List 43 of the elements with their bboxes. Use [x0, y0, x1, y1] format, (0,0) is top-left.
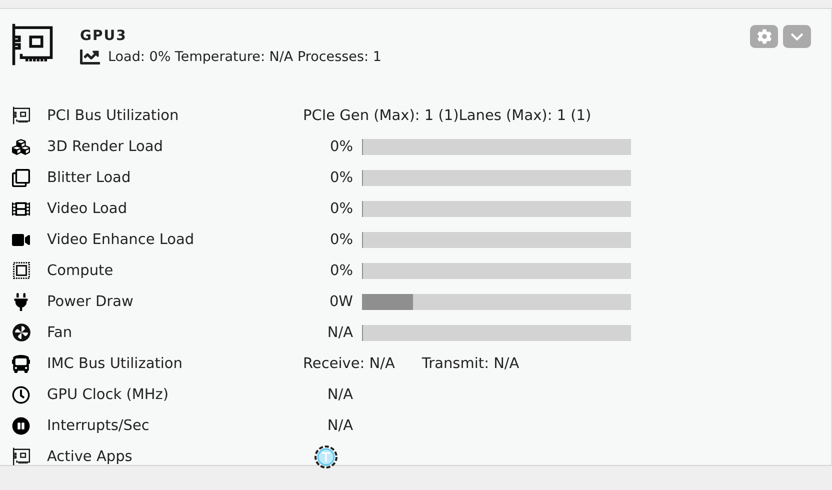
metric-value: PCIe Gen (Max): 1 (1)Lanes (Max): 1 (1) [303, 108, 592, 124]
metric-value: N/A [326, 324, 353, 340]
settings-button[interactable] [750, 25, 778, 48]
metric-label: Video Enhance Load [47, 232, 196, 248]
metric-value: 0% [328, 262, 353, 278]
metric-label: Blitter Load [47, 170, 132, 186]
plug-icon [12, 292, 30, 310]
metric-value: 0% [328, 200, 353, 216]
metric-label: 3D Render Load [47, 138, 164, 154]
metric-value: Transmit: N/A [422, 356, 520, 372]
fan-icon [12, 323, 31, 342]
cubes-icon [12, 138, 30, 156]
copy-icon [12, 168, 30, 186]
metric-value: N/A [326, 386, 353, 402]
metric-label: GPU Clock (MHz) [47, 386, 170, 402]
gpu-title: GPU3 [80, 28, 128, 44]
metric-label: Power Draw [47, 294, 134, 310]
metric-value: 0% [328, 138, 353, 154]
bus-icon [12, 354, 30, 372]
metric-label: Compute [47, 262, 114, 278]
metric-label: IMC Bus Utilization [47, 356, 184, 372]
chart-icon [80, 47, 100, 67]
expand-button[interactable] [783, 25, 811, 48]
metric-value: 0W [328, 294, 353, 310]
chip-icon [12, 261, 31, 280]
metric-label: Fan [47, 324, 74, 340]
clock-icon [12, 386, 30, 404]
film-icon [12, 200, 30, 218]
metric-label: Interrupts/Sec [47, 418, 150, 434]
graphics-card-icon [10, 22, 55, 67]
app-icon[interactable] [314, 444, 338, 468]
pci-card-icon [12, 106, 31, 125]
metric-value: N/A [326, 418, 353, 434]
pause-icon [12, 416, 30, 434]
gpu-summary: Load: 0% Temperature: N/A Processes: 1 [108, 49, 382, 65]
metric-label: Video Load [47, 200, 128, 216]
gear-icon [756, 29, 772, 44]
metric-label: PCI Bus Utilization [47, 108, 180, 124]
pci-card-icon [12, 447, 31, 466]
metric-label: Active Apps [47, 448, 134, 464]
metric-value: 0% [328, 170, 353, 186]
metric-value: Receive: N/A [303, 356, 395, 372]
metric-value: 0% [328, 232, 353, 248]
